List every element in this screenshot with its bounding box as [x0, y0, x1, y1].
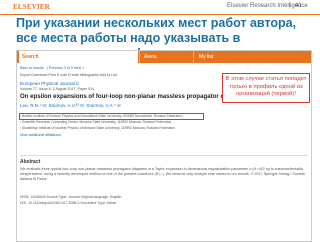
slide-header: ELSEVIER Elsevier Research Intelligence … [0, 0, 320, 14]
section-divider [20, 155, 308, 156]
meta-line-1: ISSN: 14346044 Source Type: Journal Orig… [20, 195, 122, 199]
journal-link[interactable]: European Physical Journal C [20, 81, 79, 86]
tab-alerts[interactable]: Alerts [144, 51, 157, 63]
elsevier-logo: ELSEVIER [13, 3, 51, 11]
tab-my-list[interactable]: My list [199, 51, 213, 63]
meta-line-2: DOI: 10.1140/epjc/s10052-017-5058-0 Docu… [20, 201, 117, 205]
tab-search[interactable]: Search [19, 51, 138, 63]
back-to-results-link[interactable]: Back to results [20, 66, 44, 70]
article-title: On epsilon expansions of four-loop non-p… [20, 93, 248, 100]
volume-info: Volume 77, Issue 8, 1 August 2017, Paper… [20, 87, 95, 91]
scopus-screenshot: Search Alerts My list Back to results | … [16, 50, 312, 242]
header-rule [0, 14, 320, 15]
abstract-text: We evaluate three typical four-loop non-… [20, 167, 305, 181]
affiliation-3: ³ Skobeltsyn Institute of Nuclear Physic… [20, 126, 176, 130]
tab-bar: Search Alerts My list [17, 51, 311, 63]
result-pager[interactable]: | Previous 3 of 9 Next > [47, 66, 84, 70]
abstract-heading: Abstract [20, 159, 41, 165]
tab-divider [193, 51, 194, 63]
highlight-box [19, 113, 204, 120]
callout-box: В этом случае статья попадет только в пр… [222, 73, 310, 103]
tab-divider [139, 51, 140, 63]
callout-text: В этом случае статья попадет только в пр… [225, 76, 307, 97]
author-list[interactable]: Lee, R.N.¹ ✉; Smirnov, A.V.²³ ✉; Smirnov… [20, 103, 121, 109]
header-separator: | [289, 3, 291, 9]
view-additional-affiliations-link[interactable]: View additional affiliations [20, 133, 61, 137]
page-number: 41 [295, 3, 302, 9]
affiliation-2: ² Scientific Research Computing Center, … [20, 120, 172, 124]
article-toolbar[interactable]: Export Download Print E-mail Create bibl… [20, 73, 117, 77]
